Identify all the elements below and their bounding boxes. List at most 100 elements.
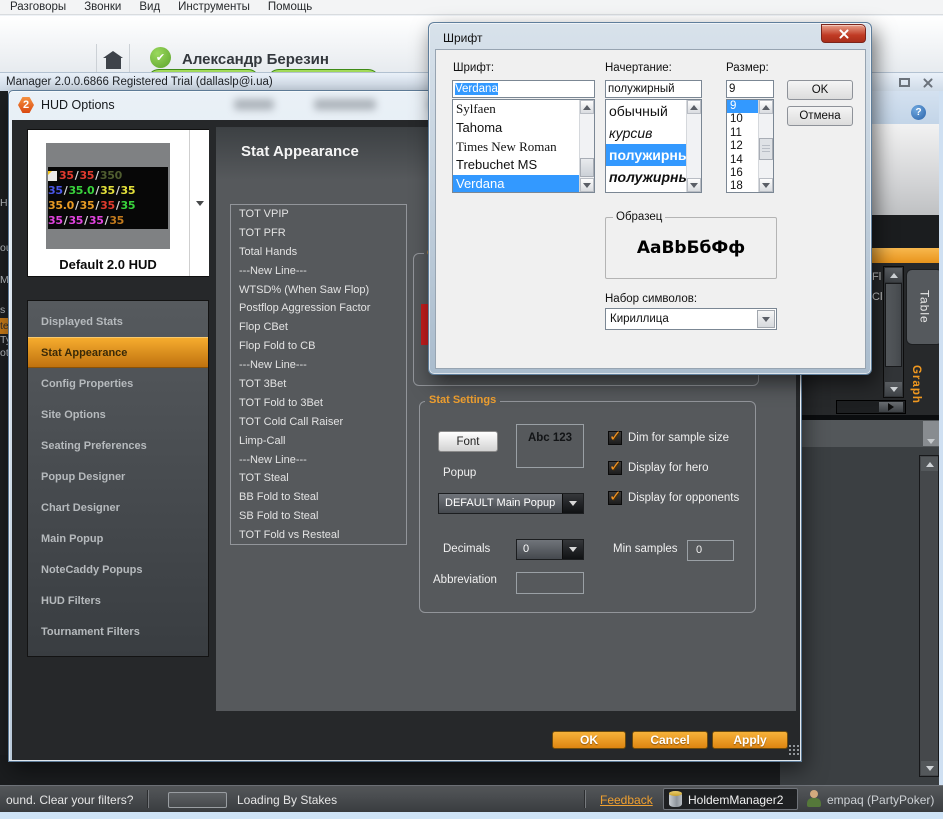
- popup-dropdown-value: DEFAULT Main Popup: [445, 497, 556, 509]
- stat-list-item[interactable]: ---New Line---: [231, 451, 406, 470]
- tab-table[interactable]: Table: [906, 269, 943, 345]
- glass-blur: [314, 99, 376, 110]
- font-name-input[interactable]: Verdana: [452, 80, 595, 98]
- charset-dropdown[interactable]: Кириллица: [605, 308, 777, 330]
- stat-list[interactable]: TOT VPIP TOT PFR Total Hands ---New Line---…: [230, 204, 407, 545]
- sidebar-item-popup-designer[interactable]: Popup Designer: [28, 461, 208, 492]
- help-icon[interactable]: ?: [911, 105, 926, 120]
- font-list-item[interactable]: Times New Roman: [453, 138, 594, 157]
- stat-list-item[interactable]: TOT VPIP: [231, 205, 406, 224]
- left-edge-text-fragment: ot: [0, 347, 8, 359]
- font-list-item[interactable]: Sylfaen: [453, 100, 594, 119]
- restore-window-icon[interactable]: [899, 78, 910, 87]
- font-list-item[interactable]: Trebuchet MS: [453, 156, 594, 175]
- stat-list-item[interactable]: Flop CBet: [231, 318, 406, 337]
- dropdown-button[interactable]: [757, 310, 775, 328]
- font-size-input[interactable]: 9: [726, 80, 774, 98]
- decimals-dropdown[interactable]: 0: [516, 539, 584, 560]
- scrollbar-thumb[interactable]: [885, 283, 902, 367]
- stat-list-item[interactable]: Limp-Call: [231, 432, 406, 451]
- scroll-up-button[interactable]: [687, 100, 701, 114]
- stat-list-item[interactable]: SB Fold to Steal: [231, 507, 406, 526]
- checkbox-dim-for-sample-size[interactable]: ✓: [608, 427, 622, 445]
- font-button[interactable]: Font: [438, 431, 498, 452]
- tab-graph[interactable]: Graph: [910, 353, 922, 415]
- feedback-link[interactable]: Feedback: [600, 793, 653, 807]
- scroll-down-button[interactable]: [580, 178, 594, 192]
- checkbox-display-for-opponents[interactable]: ✓: [608, 487, 622, 505]
- sidebar-item-seating-preferences[interactable]: Seating Preferences: [28, 430, 208, 461]
- font-dialog: Шрифт Шрифт: Начертание: Размер: Verdana…: [428, 22, 872, 375]
- sidebar-item-site-options[interactable]: Site Options: [28, 399, 208, 430]
- cancel-button[interactable]: Отмена: [787, 106, 853, 126]
- popup-dropdown[interactable]: DEFAULT Main Popup: [438, 493, 584, 514]
- close-button[interactable]: [821, 24, 866, 43]
- close-window-icon[interactable]: [922, 77, 934, 89]
- stat-list-item[interactable]: Flop Fold to CB: [231, 337, 406, 356]
- sidebar-item-stat-appearance[interactable]: Stat Appearance: [28, 337, 208, 368]
- sidebar-item-main-popup[interactable]: Main Popup: [28, 523, 208, 554]
- horizontal-scrollbar[interactable]: [836, 400, 906, 414]
- sidebar-item-hud-filters[interactable]: HUD Filters: [28, 585, 208, 616]
- scroll-up-button[interactable]: [921, 457, 938, 471]
- vertical-scrollbar[interactable]: [758, 100, 773, 192]
- ok-button[interactable]: OK: [787, 80, 853, 100]
- stat-list-item[interactable]: ---New Line---: [231, 262, 406, 281]
- sidebar-item-displayed-stats[interactable]: Displayed Stats: [28, 306, 208, 337]
- hud-profile-selector[interactable]: 35/35/350 35/35.0/35/35 35.0/35/35/35 35/35…: [27, 129, 209, 277]
- font-list-item[interactable]: Tahoma: [453, 119, 594, 138]
- stat-list-item[interactable]: BB Fold to Steal: [231, 488, 406, 507]
- vertical-scrollbar[interactable]: [579, 100, 594, 192]
- skype-menu-item[interactable]: Звонки: [84, 1, 121, 13]
- min-samples-input[interactable]: 0: [687, 540, 734, 561]
- font-list[interactable]: Sylfaen Tahoma Times New Roman Trebuchet MS…: [452, 99, 595, 193]
- stat-list-item[interactable]: ---New Line---: [231, 356, 406, 375]
- database-selector[interactable]: HoldemManager2: [663, 788, 798, 810]
- scroll-down-button[interactable]: [687, 178, 701, 192]
- checkbox-display-for-hero[interactable]: ✓: [608, 457, 622, 475]
- stat-list-item[interactable]: Total Hands: [231, 243, 406, 262]
- stat-separator: /: [95, 169, 99, 182]
- sidebar-item-config-properties[interactable]: Config Properties: [28, 368, 208, 399]
- sidebar-item-chart-designer[interactable]: Chart Designer: [28, 492, 208, 523]
- stat-list-item[interactable]: WTSD% (When Saw Flop): [231, 281, 406, 300]
- skype-menu-item[interactable]: Помощь: [268, 1, 312, 13]
- abbreviation-input[interactable]: [516, 572, 584, 594]
- style-list[interactable]: обычныйкурсивполужирныйполужирный курсив: [605, 99, 702, 193]
- stat-list-item[interactable]: TOT Fold vs Resteal: [231, 526, 406, 544]
- scroll-up-button[interactable]: [580, 100, 594, 114]
- sidebar-item-tournament-filters[interactable]: Tournament Filters: [28, 616, 208, 647]
- scrollbar-thumb[interactable]: [759, 138, 773, 160]
- vertical-scrollbar[interactable]: [883, 266, 904, 398]
- stat-list-item[interactable]: TOT Fold to 3Bet: [231, 394, 406, 413]
- stat-list-item[interactable]: TOT Steal: [231, 469, 406, 488]
- skype-menu-item[interactable]: Инструменты: [178, 1, 250, 13]
- size-list[interactable]: 9 10 11 12 14 16 18: [726, 99, 774, 193]
- scroll-down-button[interactable]: [921, 761, 938, 775]
- hud-profile-dropdown-button[interactable]: [189, 130, 209, 276]
- font-list-item[interactable]: Verdana: [453, 175, 594, 192]
- scroll-down-button[interactable]: [759, 178, 773, 192]
- font-style-input[interactable]: полужирный: [605, 80, 702, 98]
- scroll-right-button[interactable]: [879, 402, 903, 412]
- stat-list-item[interactable]: Postflop Aggression Factor: [231, 299, 406, 318]
- scroll-down-button[interactable]: [885, 382, 902, 396]
- ok-button[interactable]: OK: [552, 731, 626, 749]
- vertical-scrollbar[interactable]: [686, 100, 701, 192]
- sidebar-item-notecaddy-popups[interactable]: NoteCaddy Popups: [28, 554, 208, 585]
- skype-menu-item[interactable]: Разговоры: [10, 1, 66, 13]
- cancel-button[interactable]: Cancel: [632, 731, 708, 749]
- stat-separator: /: [63, 214, 68, 227]
- stat-list-item[interactable]: TOT PFR: [231, 224, 406, 243]
- dropdown-button[interactable]: [562, 540, 583, 559]
- vertical-scrollbar[interactable]: [919, 455, 939, 777]
- scroll-up-button[interactable]: [885, 268, 902, 282]
- stat-list-item[interactable]: TOT Cold Call Raiser: [231, 413, 406, 432]
- skype-menu-item[interactable]: Вид: [139, 1, 160, 13]
- stat-list-item[interactable]: TOT 3Bet: [231, 375, 406, 394]
- dropdown-button[interactable]: [562, 494, 583, 513]
- apply-button[interactable]: Apply: [712, 731, 788, 749]
- scrollbar-thumb[interactable]: [580, 158, 594, 177]
- resize-grip[interactable]: [788, 744, 800, 756]
- scroll-up-button[interactable]: [759, 100, 773, 114]
